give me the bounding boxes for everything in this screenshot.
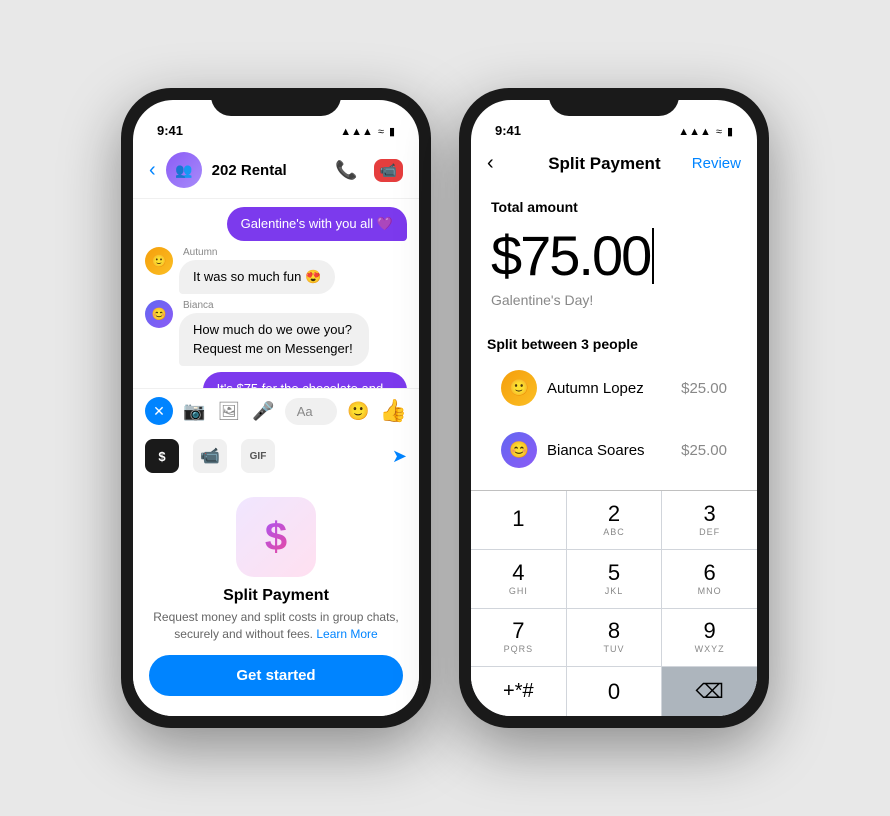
key-0[interactable]: 0: [567, 667, 662, 716]
sender-autumn: Autumn: [183, 247, 335, 258]
mic-icon[interactable]: 🎤: [252, 401, 274, 422]
toolbar-row: $ 📹 GIF ➤: [133, 433, 419, 481]
received-message-2: 😊 Bianca How much do we owe you? Request…: [145, 300, 407, 365]
signal-icon-2: ▲▲▲: [678, 126, 711, 138]
notch-1: [211, 88, 341, 116]
phones-container: 9:41 ▲▲▲ ≈ ▮ ‹ 👥 202 Rental 📞 📹: [121, 88, 769, 728]
pay-button[interactable]: $: [145, 439, 179, 473]
person-row-autumn: 🙂 Autumn Lopez $25.00: [487, 360, 741, 416]
signal-icon-1: ▲▲▲: [340, 126, 373, 138]
review-button[interactable]: Review: [692, 155, 741, 172]
status-time-1: 9:41: [157, 123, 183, 138]
battery-icon-1: ▮: [389, 125, 395, 138]
back-button-1[interactable]: ‹: [149, 159, 156, 182]
video-add-button[interactable]: 📹: [193, 439, 227, 473]
key-2[interactable]: 2 ABC: [567, 491, 662, 549]
phone-split-payment: 9:41 ▲▲▲ ≈ ▮ ‹ Split Payment Review Tota…: [459, 88, 769, 728]
amount-display: $75.00: [491, 223, 737, 288]
header-actions: 📞 📹: [335, 159, 403, 182]
messenger-input-bar: ✕ 📷 🖼 🎤 Aa 🙂 👍: [133, 388, 419, 433]
like-icon[interactable]: 👍: [380, 398, 407, 424]
phone-messenger: 9:41 ▲▲▲ ≈ ▮ ‹ 👥 202 Rental 📞 📹: [121, 88, 431, 728]
split-people-title: Split between 3 people: [487, 336, 741, 352]
avatar-bianca-split: 😊: [501, 432, 537, 468]
key-9[interactable]: 9 WXYZ: [662, 609, 757, 667]
send-button[interactable]: ➤: [392, 446, 407, 467]
key-5[interactable]: 5 JKL: [567, 550, 662, 608]
video-call-icon[interactable]: 📹: [374, 159, 403, 182]
messenger-header: ‹ 👥 202 Rental 📞 📹: [133, 144, 419, 199]
amount-section: Total amount $75.00 Galentine's Day!: [471, 187, 757, 324]
gif-button[interactable]: GIF: [241, 439, 275, 473]
split-payment-header: ‹ Split Payment Review: [471, 144, 757, 187]
status-time-2: 9:41: [495, 123, 521, 138]
person-row-bianca: 😊 Bianca Soares $25.00: [487, 422, 741, 478]
key-delete[interactable]: ⌫: [662, 667, 757, 716]
back-button-2[interactable]: ‹: [487, 152, 517, 175]
key-8[interactable]: 8 TUV: [567, 609, 662, 667]
close-button[interactable]: ✕: [145, 397, 173, 425]
keypad: 1 2 ABC 3 DEF 4 GHI 5 JKL: [471, 490, 757, 716]
sent-message-1: Galentine's with you all 💜: [227, 207, 407, 241]
key-4[interactable]: 4 GHI: [471, 550, 566, 608]
person-name-bianca: Bianca Soares: [547, 442, 671, 459]
avatar-autumn: 🙂: [145, 247, 173, 275]
media-icons: 📷 🖼 🎤: [183, 401, 275, 422]
wifi-icon-2: ≈: [716, 126, 722, 138]
key-1[interactable]: 1: [471, 491, 566, 549]
phone2-inner: 9:41 ▲▲▲ ≈ ▮ ‹ Split Payment Review Tota…: [471, 100, 757, 716]
amount-note: Galentine's Day!: [491, 292, 737, 308]
group-name: 202 Rental: [212, 162, 325, 179]
total-amount-label: Total amount: [491, 199, 737, 215]
camera-icon[interactable]: 📷: [183, 401, 205, 422]
person-amount-bianca: $25.00: [681, 442, 727, 459]
get-started-button[interactable]: Get started: [149, 655, 403, 696]
person-amount-autumn: $25.00: [681, 380, 727, 397]
split-payment-promo: $ Split Payment Request money and split …: [133, 481, 419, 716]
avatar-autumn-split: 🙂: [501, 370, 537, 406]
key-symbols[interactable]: +*#: [471, 667, 566, 716]
split-icon-container: $: [236, 497, 316, 577]
sent-message-2: It's $75 for the chocolate and flowers, …: [203, 372, 407, 389]
status-icons-1: ▲▲▲ ≈ ▮: [340, 125, 395, 138]
person-name-autumn: Autumn Lopez: [547, 380, 671, 397]
wifi-icon-1: ≈: [378, 126, 384, 138]
key-3[interactable]: 3 DEF: [662, 491, 757, 549]
battery-icon-2: ▮: [727, 125, 733, 138]
dollar-icon: $: [265, 515, 287, 560]
split-people-section: Split between 3 people 🙂 Autumn Lopez $2…: [471, 324, 757, 490]
image-icon[interactable]: 🖼: [217, 401, 240, 422]
sender-bianca: Bianca: [183, 300, 369, 311]
key-7[interactable]: 7 PQRS: [471, 609, 566, 667]
text-cursor: [652, 228, 654, 284]
split-payment-title: Split Payment: [548, 154, 660, 174]
promo-description: Request money and split costs in group c…: [149, 609, 403, 643]
message-input[interactable]: Aa: [285, 398, 337, 425]
group-avatar: 👥: [166, 152, 202, 188]
phone-call-icon[interactable]: 📞: [335, 160, 357, 181]
avatar-bianca: 😊: [145, 300, 173, 328]
learn-more-link[interactable]: Learn More: [316, 627, 377, 641]
status-icons-2: ▲▲▲ ≈ ▮: [678, 125, 733, 138]
notch-2: [549, 88, 679, 116]
phone1-inner: 9:41 ▲▲▲ ≈ ▮ ‹ 👥 202 Rental 📞 📹: [133, 100, 419, 716]
key-6[interactable]: 6 MNO: [662, 550, 757, 608]
emoji-icon[interactable]: 🙂: [347, 401, 369, 422]
amount-value: $75.00: [491, 223, 650, 288]
messages-area: Galentine's with you all 💜 🙂 Autumn It w…: [133, 199, 419, 388]
received-message-1: 🙂 Autumn It was so much fun 😍: [145, 247, 407, 294]
promo-title: Split Payment: [223, 587, 329, 605]
